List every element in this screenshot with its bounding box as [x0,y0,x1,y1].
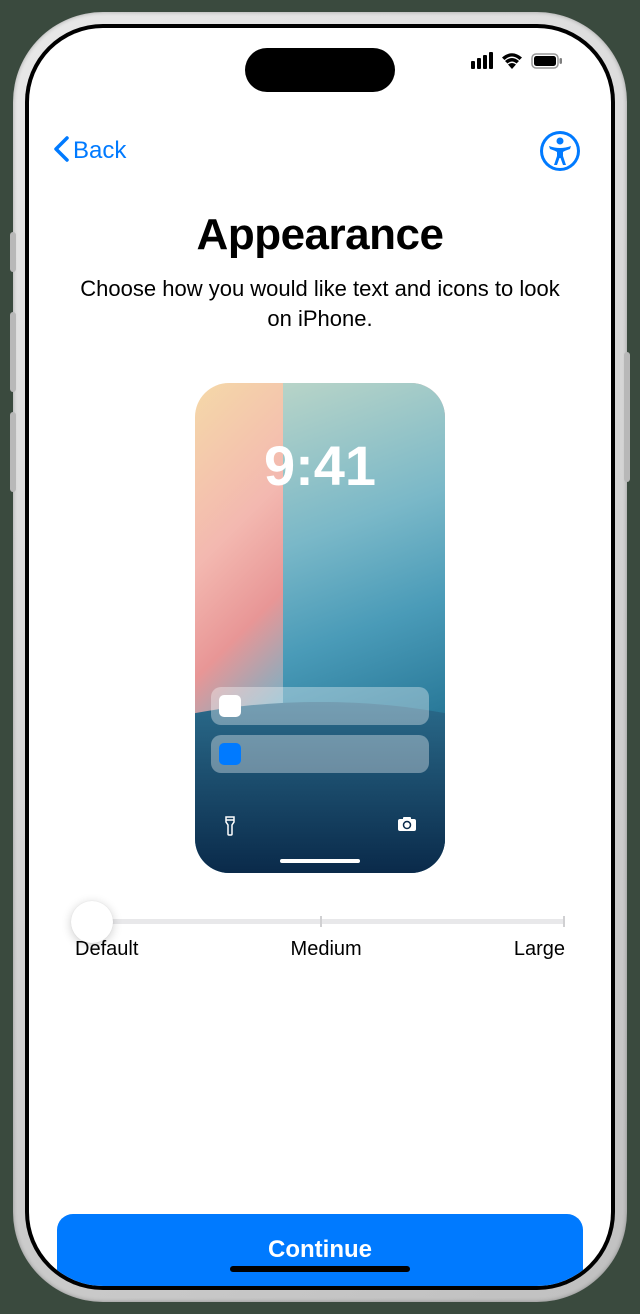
screen: Back Appearance Choose how you wou [29,28,611,1286]
flashlight-icon [223,816,237,841]
text-size-slider[interactable]: Default Medium Large [67,919,573,961]
preview-widget-1 [211,687,429,725]
camera-icon [397,816,417,841]
wifi-icon [501,53,523,69]
power-button [624,352,630,482]
dynamic-island [245,48,395,92]
device-frame: Back Appearance Choose how you wou [13,12,627,1302]
slider-labels: Default Medium Large [75,936,565,961]
preview-home-indicator [280,859,360,863]
accessibility-button[interactable] [539,130,581,172]
navigation-bar: Back [29,118,611,180]
appearance-preview: 9:41 [195,383,445,873]
back-button[interactable]: Back [53,135,126,167]
back-label: Back [73,137,126,165]
continue-button[interactable]: Continue [57,1214,583,1286]
mute-switch [10,232,16,272]
home-indicator[interactable] [230,1266,410,1272]
cellular-signal-icon [471,52,493,69]
main-content: Appearance Choose how you would like tex… [29,180,611,1178]
preview-widget-2 [211,735,429,773]
chevron-left-icon [53,135,69,167]
preview-time: 9:41 [195,433,445,498]
preview-widgets [211,687,429,783]
status-bar [471,52,563,69]
battery-icon [531,53,563,69]
page-title: Appearance [197,210,444,260]
page-subtitle: Choose how you would like text and icons… [67,274,573,333]
volume-down-button [10,412,16,492]
slider-label-medium: Medium [291,938,362,961]
slider-label-large: Large [514,938,565,961]
volume-up-button [10,312,16,392]
